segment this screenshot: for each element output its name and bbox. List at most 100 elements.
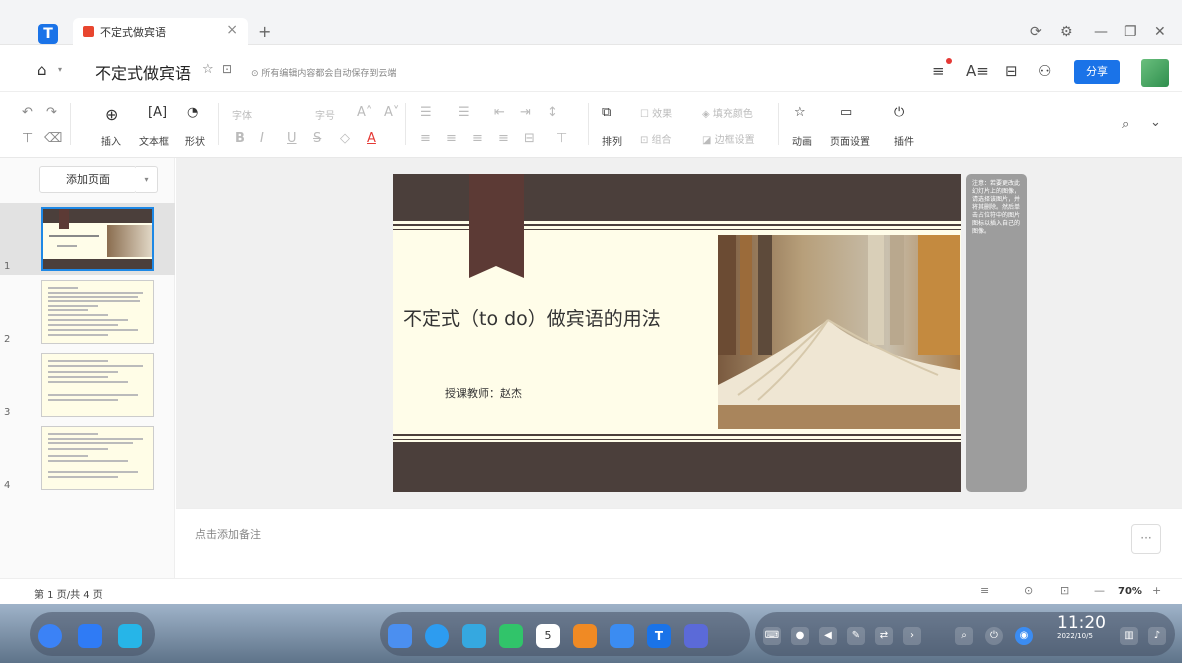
font-color-icon[interactable]: A — [367, 131, 376, 146]
arrange-icon[interactable]: ⧉ — [602, 105, 611, 120]
volume-icon[interactable]: ◀ — [819, 627, 837, 645]
zoom-out-icon[interactable]: — — [1094, 584, 1105, 597]
notes-toggle-icon[interactable]: ≡ — [980, 584, 989, 597]
animation-icon[interactable]: ☆ — [794, 105, 806, 120]
more-options-button[interactable]: ··· — [1131, 524, 1161, 554]
effect-button[interactable]: ☐ 效果 — [640, 105, 672, 120]
plugin-icon[interactable]: ⏻ — [894, 105, 904, 120]
search-icon[interactable]: ⌕ — [955, 627, 973, 645]
textbox-icon[interactable]: [A] — [148, 105, 167, 120]
decrease-font-icon[interactable]: A˅ — [384, 105, 399, 120]
add-page-button[interactable]: 添加页面 — [39, 166, 137, 193]
slide-title[interactable]: 不定式（to do）做宾语的用法 — [403, 304, 661, 331]
new-tab-button[interactable]: + — [258, 22, 271, 41]
animation-label[interactable]: 动画 — [792, 133, 812, 148]
slide-subtitle[interactable]: 授课教师：赵杰 — [445, 385, 522, 401]
justify-icon[interactable]: ≡ — [498, 131, 509, 146]
minimize-icon[interactable]: — — [1094, 24, 1108, 40]
fit-screen-icon[interactable]: ⊡ — [1060, 584, 1069, 597]
file-manager-icon[interactable] — [388, 624, 412, 648]
slide-side-note[interactable]: 注意：若要更改此幻灯片上的图像，请选择该图片，并将其删除。然后单击占位符中的图片… — [966, 174, 1027, 492]
font-select[interactable]: 字体 — [232, 107, 252, 122]
slide-thumbnail-1[interactable]: 1 — [0, 203, 175, 275]
bold-button[interactable]: B — [235, 131, 245, 146]
collapse-toolbar-icon[interactable]: ⌄ — [1150, 115, 1161, 130]
star-icon[interactable]: ☆ — [202, 62, 214, 77]
browser-icon[interactable] — [425, 624, 449, 648]
undo-icon[interactable]: ↶ — [22, 105, 33, 120]
plugin-label[interactable]: 插件 — [894, 133, 914, 148]
open-book-image[interactable] — [718, 235, 960, 429]
align-left-icon[interactable]: ≡ — [420, 131, 431, 146]
share-button[interactable]: 分享 — [1074, 60, 1120, 84]
zoom-level[interactable]: 70% — [1118, 586, 1142, 597]
app-tray-icon[interactable]: ● — [791, 627, 809, 645]
indent-increase-icon[interactable]: ⇥ — [520, 105, 531, 120]
underline-button[interactable]: U — [287, 131, 297, 146]
keyboard-icon[interactable]: ⌨ — [763, 627, 781, 645]
speaker-notes-area[interactable] — [176, 508, 1182, 578]
home-folder-icon[interactable] — [78, 624, 102, 648]
increase-font-icon[interactable]: A˄ — [357, 105, 372, 120]
highlight-icon[interactable]: ◇ — [340, 131, 350, 146]
page-setting-label[interactable]: 页面设置 — [830, 133, 870, 148]
play-icon[interactable]: ⊙ — [1024, 584, 1033, 597]
vertical-align-icon[interactable]: ⊤ — [556, 131, 567, 146]
zoom-in-icon[interactable]: + — [1152, 584, 1161, 597]
control-center-icon[interactable] — [610, 624, 634, 648]
office-app-icon[interactable]: T — [647, 624, 671, 648]
current-slide[interactable]: 不定式（to do）做宾语的用法 授课教师：赵杰 — [393, 174, 961, 492]
search-icon[interactable]: ⌕ — [1122, 117, 1129, 132]
clear-format-icon[interactable]: ⌫ — [44, 131, 62, 146]
slide-thumbnail-3[interactable]: 3 — [0, 349, 175, 421]
avatar[interactable] — [1141, 59, 1169, 87]
textbox-label[interactable]: 文本框 — [139, 133, 169, 148]
shape-label[interactable]: 形状 — [185, 133, 205, 148]
transfer-icon[interactable]: ⇄ — [875, 627, 893, 645]
sync-icon[interactable]: ⟳ — [1030, 24, 1042, 40]
indent-decrease-icon[interactable]: ⇤ — [494, 105, 505, 120]
multitask-icon[interactable] — [118, 624, 142, 648]
tab-document[interactable]: 不定式做宾语 × — [73, 18, 248, 45]
group-button[interactable]: ⊡ 组合 — [640, 131, 672, 146]
align-center-icon[interactable]: ≡ — [446, 131, 457, 146]
chevron-down-icon[interactable]: ▾ — [58, 65, 62, 74]
expand-tray-icon[interactable]: › — [903, 627, 921, 645]
present-icon[interactable]: ⊟ — [1005, 62, 1018, 80]
fill-color-button[interactable]: ◈ 填充颜色 — [702, 105, 753, 120]
launcher-icon[interactable] — [38, 624, 62, 648]
teams-icon[interactable] — [684, 624, 708, 648]
numbered-list-icon[interactable]: ☰ — [458, 105, 470, 120]
arrange-label[interactable]: 排列 — [602, 133, 622, 148]
shape-icon[interactable]: ◔ — [187, 105, 198, 120]
insert-label[interactable]: 插入 — [101, 133, 121, 148]
slide-thumbnail-2[interactable]: 2 — [0, 276, 175, 348]
document-title[interactable]: 不定式做宾语 — [95, 60, 191, 84]
calendar-icon[interactable]: 5 — [536, 624, 560, 648]
network-icon[interactable]: ◉ — [1015, 627, 1033, 645]
image-viewer-icon[interactable] — [462, 624, 486, 648]
power-icon[interactable]: ⏻ — [985, 627, 1003, 645]
font-size-select[interactable]: 字号 — [315, 107, 335, 122]
redo-icon[interactable]: ↷ — [46, 105, 57, 120]
trash-icon[interactable]: ▥ — [1120, 627, 1138, 645]
italic-button[interactable]: I — [260, 131, 264, 146]
bullet-list-icon[interactable]: ☰ — [420, 105, 432, 120]
distribute-icon[interactable]: ⊟ — [524, 131, 535, 146]
add-page-dropdown[interactable]: ▾ — [136, 166, 158, 193]
tab-close-icon[interactable]: × — [226, 22, 238, 38]
slide-thumbnail-4[interactable]: 4 — [0, 422, 175, 494]
notification-bell-icon[interactable]: ♪ — [1148, 627, 1166, 645]
text-style-icon[interactable]: A≡ — [966, 62, 989, 80]
home-icon[interactable]: ⌂ — [37, 61, 47, 79]
close-window-icon[interactable]: ✕ — [1154, 24, 1166, 40]
music-icon[interactable] — [499, 624, 523, 648]
border-setting-button[interactable]: ◪ 边框设置 — [702, 131, 755, 146]
app-logo-icon[interactable]: T — [38, 24, 58, 44]
format-painter-icon[interactable]: ⊤ — [22, 131, 33, 146]
add-collaborator-icon[interactable]: ⚇ — [1038, 62, 1051, 80]
edit-icon[interactable]: ✎ — [847, 627, 865, 645]
clock[interactable]: 11:20 2022/10/5 — [1057, 614, 1106, 640]
strikethrough-button[interactable]: S — [313, 131, 321, 146]
move-to-folder-icon[interactable]: ⊡ — [222, 62, 232, 76]
